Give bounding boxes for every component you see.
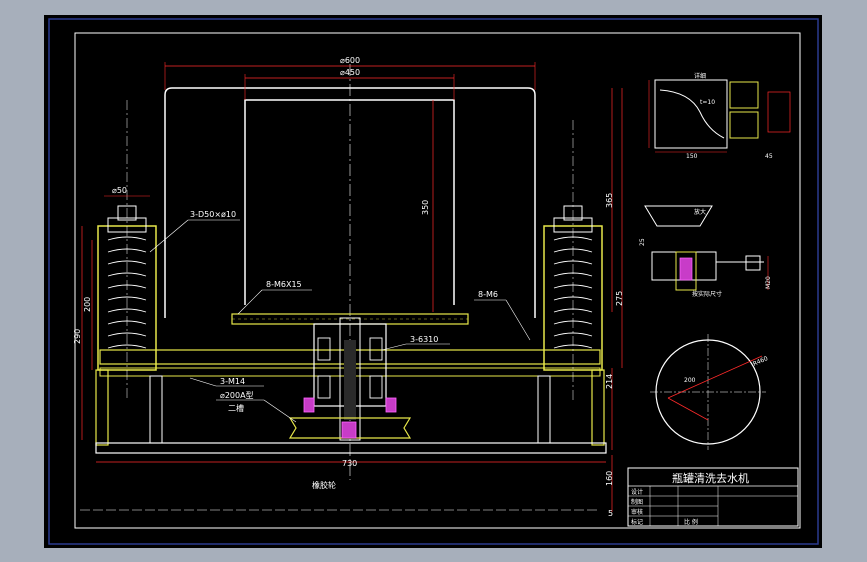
label-pulley-2: 二槽 <box>228 403 244 413</box>
label-d450: ⌀450 <box>340 68 360 77</box>
label-note: 按实际尺寸 <box>692 290 722 298</box>
title-row-label-2: 制图 <box>631 498 643 506</box>
label-detail-150: 150 <box>686 153 698 160</box>
label-pulley: ⌀200A型 <box>220 391 254 400</box>
label-detail-45: 45 <box>765 153 773 160</box>
label-25: 25 <box>639 238 646 246</box>
label-m14: 3-M14 <box>220 377 245 386</box>
label-d600: ⌀600 <box>340 56 360 65</box>
label-214: 214 <box>605 374 614 389</box>
shaft-fill <box>344 340 356 420</box>
label-290: 290 <box>73 329 82 344</box>
label-t10: t=10 <box>700 99 715 106</box>
label-350: 350 <box>421 200 430 215</box>
title-row-label-1: 设计 <box>631 488 643 496</box>
label-m6: 8-M6 <box>478 290 498 299</box>
label-detail-a: 详细 <box>694 72 706 80</box>
pulley-hub-magenta <box>341 421 357 439</box>
label-spring: 3-D50×ø10 <box>190 210 236 219</box>
label-275: 275 <box>615 291 624 306</box>
label-m6x15: 8-M6X15 <box>266 280 302 289</box>
label-detail-b: 放大 <box>694 208 706 216</box>
drawing-title: 瓶罐清洗去水机 <box>672 471 749 485</box>
bearing-magenta-left <box>303 397 315 413</box>
label-bearing: 3-6310 <box>410 335 438 344</box>
label-200b: 200 <box>684 377 696 384</box>
title-row-label-3: 审核 <box>631 508 643 516</box>
label-5: 5 <box>608 509 613 518</box>
label-730: 730 <box>342 459 357 468</box>
label-d50: ⌀50 <box>112 186 127 195</box>
title-row-label-4: 标记 <box>631 518 643 526</box>
label-365: 365 <box>605 193 614 208</box>
label-200: 200 <box>83 297 92 312</box>
bearing-magenta-right <box>385 397 397 413</box>
cad-drawing-canvas: ⌀600 ⌀450 350 ⌀50 290 200 365 275 214 16… <box>44 15 822 548</box>
label-160: 160 <box>605 471 614 486</box>
label-m20: M20 <box>765 276 772 289</box>
detail-b-magenta <box>679 257 693 281</box>
title-count-label: 比 例 <box>684 518 698 526</box>
label-rubber-wheel: 橡胶轮 <box>312 480 336 490</box>
